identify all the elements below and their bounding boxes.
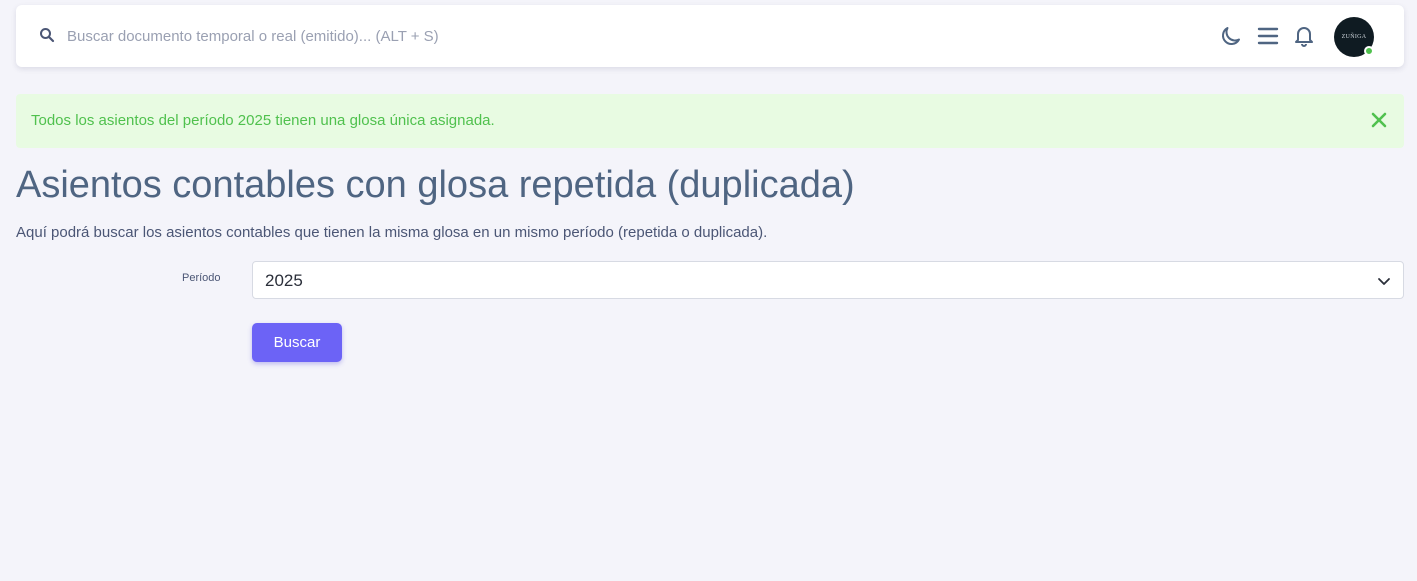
bell-icon[interactable] (1292, 24, 1316, 48)
avatar[interactable]: ZUÑIGA (1334, 17, 1374, 57)
close-icon[interactable] (1371, 112, 1387, 128)
search-input[interactable] (65, 21, 825, 51)
online-status-dot (1364, 46, 1374, 56)
period-select-value: 2025 (265, 271, 303, 290)
success-alert: Todos los asientos del período 2025 tien… (16, 94, 1404, 148)
top-navbar: ZUÑIGA (16, 5, 1404, 67)
search-button[interactable]: Buscar (252, 323, 342, 362)
alert-message: Todos los asientos del período 2025 tien… (31, 112, 495, 129)
chevron-down-icon (1378, 278, 1390, 285)
period-select[interactable]: 2025 (252, 261, 1404, 299)
page-description: Aquí podrá buscar los asientos contables… (16, 224, 768, 241)
moon-icon[interactable] (1219, 24, 1243, 48)
period-label: Período (182, 272, 221, 284)
menu-icon[interactable] (1256, 24, 1280, 48)
page-title: Asientos contables con glosa repetida (d… (16, 164, 855, 206)
search-icon (40, 28, 55, 43)
